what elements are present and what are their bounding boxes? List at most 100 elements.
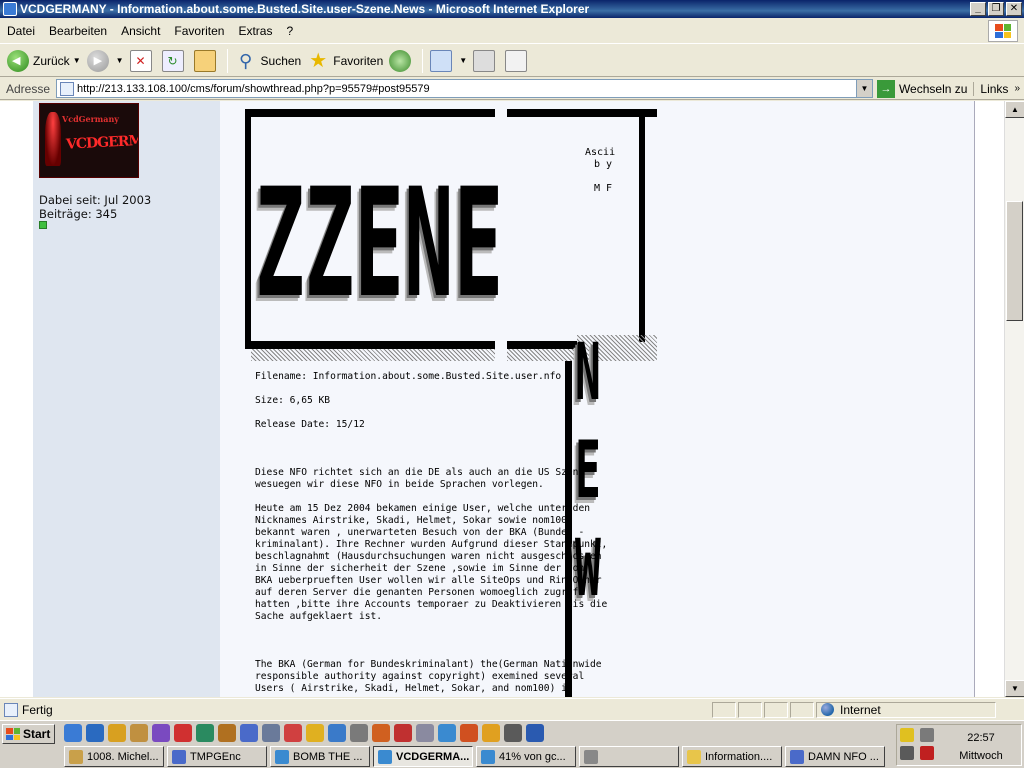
edit-button[interactable] xyxy=(502,47,534,75)
search-button[interactable]: ⚲ Suchen xyxy=(232,47,305,75)
menu-favorites[interactable]: Favoriten xyxy=(167,24,231,38)
app-icon[interactable] xyxy=(152,724,170,742)
go-arrow-icon[interactable]: → xyxy=(876,79,895,98)
app-icon[interactable] xyxy=(262,724,280,742)
app-icon[interactable] xyxy=(284,724,302,742)
star-icon: ★ xyxy=(309,49,328,72)
task-label: BOMB THE ... xyxy=(293,750,363,763)
stop-button[interactable]: ✕ xyxy=(127,47,159,75)
app-icon[interactable] xyxy=(218,724,236,742)
status-cell xyxy=(712,701,736,718)
menu-help[interactable]: ? xyxy=(279,24,300,38)
task-button-active[interactable]: VCDGERMA... xyxy=(373,746,473,767)
printer-icon xyxy=(473,49,496,72)
tray-app-icon[interactable] xyxy=(900,746,914,760)
task-button[interactable]: DAMN NFO ... xyxy=(785,746,885,767)
clock[interactable]: 22:57 Mittwoch xyxy=(941,725,1021,765)
address-dropdown-icon[interactable]: ▼ xyxy=(855,80,872,97)
scroll-down-icon[interactable]: ▼ xyxy=(1005,680,1024,697)
app-icon[interactable] xyxy=(306,724,324,742)
toolbar-divider xyxy=(226,48,228,73)
refresh-button[interactable]: ↻ xyxy=(159,47,191,75)
home-button[interactable] xyxy=(191,47,223,75)
close-button[interactable]: ✕ xyxy=(1006,2,1022,16)
app-icon[interactable] xyxy=(438,724,456,742)
go-button[interactable]: Wechseln zu xyxy=(895,82,973,96)
app-icon[interactable] xyxy=(240,724,258,742)
avatar[interactable]: VcdGermany VCDGERMANY xyxy=(39,103,139,178)
news-letter: N xyxy=(575,328,601,418)
restore-button[interactable]: ❐ xyxy=(988,2,1004,16)
task-button[interactable]: Information.... xyxy=(682,746,782,767)
task-button[interactable]: TMPGEnc xyxy=(167,746,267,767)
task-button[interactable]: 41% von gc... xyxy=(476,746,576,767)
tray-app-icon[interactable] xyxy=(920,746,934,760)
app-icon[interactable] xyxy=(460,724,478,742)
menu-edit[interactable]: Bearbeiten xyxy=(42,24,114,38)
app-icon[interactable] xyxy=(196,724,214,742)
desktop-icon[interactable] xyxy=(64,724,82,742)
status-cell xyxy=(790,701,814,718)
app-icon[interactable] xyxy=(416,724,434,742)
minimize-button[interactable]: _ xyxy=(970,2,986,16)
ie-icon xyxy=(378,749,392,764)
print-button[interactable] xyxy=(470,47,502,75)
start-button[interactable]: Start xyxy=(2,724,55,744)
ie-icon xyxy=(481,749,495,764)
scroll-thumb[interactable] xyxy=(1006,201,1023,321)
menu-view[interactable]: Ansicht xyxy=(114,24,167,38)
app-icon[interactable] xyxy=(482,724,500,742)
status-cell xyxy=(764,701,788,718)
nfo-ascii-art: ZZENE Ascii b y M F N E W Filename: Info… xyxy=(245,109,657,697)
app-icon[interactable] xyxy=(350,724,368,742)
page-done-icon xyxy=(4,702,18,717)
chevron-right-icon[interactable]: » xyxy=(1014,83,1024,94)
app-icon[interactable] xyxy=(130,724,148,742)
links-button[interactable]: Links xyxy=(973,81,1014,96)
back-button[interactable]: Zurück ▼ xyxy=(4,47,84,75)
favorites-button[interactable]: ★ Favoriten xyxy=(304,47,386,75)
dither-shadow xyxy=(251,349,495,361)
task-button[interactable] xyxy=(579,746,679,767)
task-button[interactable]: 1008. Michel... xyxy=(64,746,164,767)
edit-icon xyxy=(505,49,528,72)
tray-app-icon[interactable] xyxy=(920,728,934,742)
speaker-icon[interactable] xyxy=(504,724,522,742)
dither-shadow xyxy=(507,349,577,361)
chevron-down-icon[interactable]: ▼ xyxy=(459,56,467,65)
app-icon[interactable] xyxy=(328,724,346,742)
task-label: 41% von gc... xyxy=(499,750,566,763)
security-shield-icon[interactable] xyxy=(900,728,914,742)
history-button[interactable] xyxy=(386,47,418,75)
app-icon[interactable] xyxy=(526,724,544,742)
address-input[interactable]: http://213.133.108.100/cms/forum/showthr… xyxy=(56,79,873,98)
menu-file[interactable]: Datei xyxy=(0,24,42,38)
app-icon[interactable] xyxy=(372,724,390,742)
page-margin xyxy=(974,101,1004,697)
ie-icon[interactable] xyxy=(86,724,104,742)
vertical-scrollbar[interactable]: ▲ ▼ xyxy=(1004,101,1024,697)
page-icon xyxy=(60,81,75,96)
app-icon[interactable] xyxy=(174,724,192,742)
chevron-down-icon[interactable]: ▼ xyxy=(73,56,81,65)
status-cell xyxy=(738,701,762,718)
app-icon[interactable] xyxy=(108,724,126,742)
forward-arrow-icon xyxy=(86,49,109,72)
app-icon xyxy=(790,749,804,764)
task-label: 1008. Michel... xyxy=(87,750,159,763)
address-url[interactable]: http://213.133.108.100/cms/forum/showthr… xyxy=(77,83,856,95)
ie-icon xyxy=(275,749,289,764)
security-zone[interactable]: Internet xyxy=(816,701,996,718)
title-bar[interactable]: VCDGERMANY - Information.about.some.Bust… xyxy=(0,0,1024,18)
chevron-down-icon[interactable]: ▼ xyxy=(116,56,124,65)
menu-tools[interactable]: Extras xyxy=(231,24,279,38)
scroll-up-icon[interactable]: ▲ xyxy=(1005,101,1024,118)
app-icon[interactable] xyxy=(394,724,412,742)
stop-icon: ✕ xyxy=(129,49,152,72)
mail-button[interactable]: ▼ xyxy=(427,47,470,75)
forward-button[interactable]: ▼ xyxy=(84,47,127,75)
start-label: Start xyxy=(23,727,51,741)
member-since: Dabei seit: Jul 2003 xyxy=(39,193,152,207)
post-author-panel: VcdGermany VCDGERMANY Dabei seit: Jul 20… xyxy=(33,101,220,697)
task-button[interactable]: BOMB THE ... xyxy=(270,746,370,767)
